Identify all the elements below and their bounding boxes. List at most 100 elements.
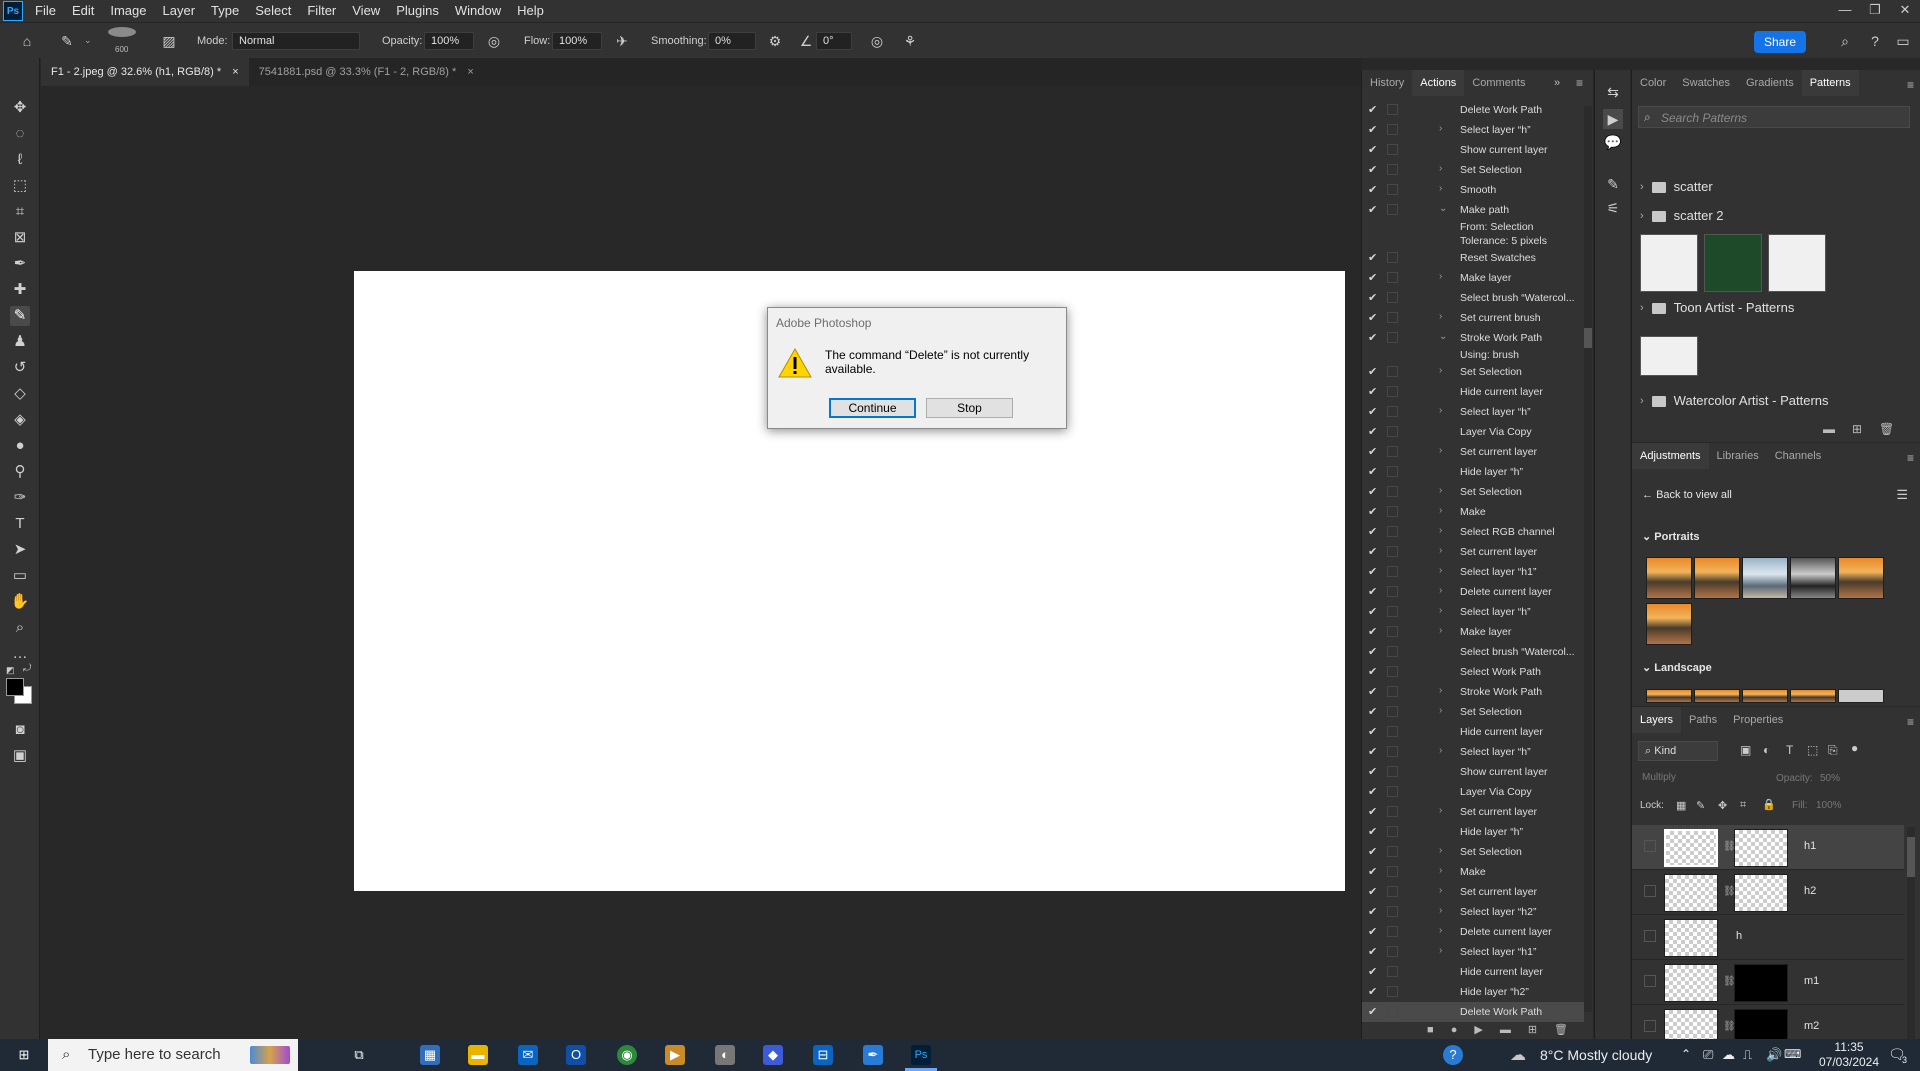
tab-libraries[interactable]: Libraries <box>1709 443 1767 469</box>
outlook-icon[interactable]: O <box>566 1045 586 1065</box>
visibility-toggle[interactable] <box>1644 975 1656 987</box>
lock-transparent-icon[interactable]: ▦ <box>1676 799 1686 812</box>
layer-mask-thumbnail[interactable] <box>1734 1009 1788 1039</box>
action-item[interactable]: ✔ › Delete current layer <box>1362 922 1584 942</box>
action-item[interactable]: ✔ Reset Swatches <box>1362 248 1584 268</box>
menu-select[interactable]: Select <box>247 0 299 22</box>
panel-menu-icon[interactable]: ≡ <box>1907 715 1914 729</box>
dialog-toggle-box[interactable] <box>1387 104 1398 115</box>
action-item[interactable]: ✔ › Set Selection <box>1362 482 1584 502</box>
language-icon[interactable]: ⌨ <box>1784 1047 1801 1061</box>
action-item[interactable]: ✔ Hide layer “h2” <box>1362 982 1584 1002</box>
toggle-check-icon[interactable]: ✔ <box>1368 845 1377 858</box>
tab-color[interactable]: Color <box>1632 70 1674 96</box>
action-item[interactable]: ✔ › Select RGB channel <box>1362 522 1584 542</box>
dialog-toggle-box[interactable] <box>1387 386 1398 397</box>
action-item[interactable]: ✔ › Set current layer <box>1362 882 1584 902</box>
preset-thumbnail[interactable] <box>1694 557 1740 599</box>
workspace-icon[interactable]: ▭ <box>1894 32 1912 50</box>
preset-thumbnail[interactable] <box>1838 557 1884 599</box>
toggle-check-icon[interactable]: ✔ <box>1368 385 1377 398</box>
lock-all-icon[interactable]: 🔒 <box>1762 798 1776 811</box>
dialog-toggle-box[interactable] <box>1387 446 1398 457</box>
expand-chevron-icon[interactable]: › <box>1439 945 1442 956</box>
action-item[interactable]: ✔ Show current layer <box>1362 140 1584 160</box>
dialog-toggle-box[interactable] <box>1387 866 1398 877</box>
dialog-toggle-box[interactable] <box>1387 706 1398 717</box>
toggle-check-icon[interactable]: ✔ <box>1368 625 1377 638</box>
mode-select[interactable]: Normal <box>232 32 360 50</box>
toggle-check-icon[interactable]: ✔ <box>1368 825 1377 838</box>
tab-gradients[interactable]: Gradients <box>1738 70 1802 96</box>
action-item[interactable]: ✔ Layer Via Copy <box>1362 782 1584 802</box>
flow-field[interactable]: 100% <box>552 32 602 50</box>
history-panel-icon[interactable]: ⇆ <box>1603 82 1623 102</box>
tab-history[interactable]: History <box>1362 70 1412 96</box>
dialog-toggle-box[interactable] <box>1387 646 1398 657</box>
action-item[interactable]: Tolerance: 5 pixels <box>1362 234 1584 248</box>
action-item[interactable]: ✔ › Set current layer <box>1362 442 1584 462</box>
toggle-check-icon[interactable]: ✔ <box>1368 765 1377 778</box>
mail-icon[interactable]: ✉ <box>518 1045 538 1065</box>
brushes-panel-icon[interactable]: ⚟ <box>1603 198 1623 218</box>
close-tab-icon[interactable]: × <box>467 66 473 78</box>
expand-chevron-icon[interactable]: › <box>1439 365 1442 376</box>
toggle-check-icon[interactable]: ✔ <box>1368 885 1377 898</box>
new-set-icon[interactable]: ▬ <box>1500 1024 1511 1036</box>
angle-field[interactable]: 0° <box>816 32 852 50</box>
preset-thumbnail[interactable] <box>1838 689 1884 703</box>
dialog-toggle-box[interactable] <box>1387 506 1398 517</box>
menu-edit[interactable]: Edit <box>64 0 102 22</box>
action-item[interactable]: ✔ › Select layer “h” <box>1362 120 1584 140</box>
media-player-icon[interactable]: ▶ <box>665 1045 685 1065</box>
expand-chevron-icon[interactable]: › <box>1439 485 1442 496</box>
layer-mask-thumbnail[interactable] <box>1734 964 1788 1002</box>
toggle-check-icon[interactable]: ✔ <box>1368 1005 1377 1018</box>
network-icon[interactable]: ⎍ <box>1743 1047 1752 1063</box>
dialog-toggle-box[interactable] <box>1387 626 1398 637</box>
preset-thumbnail[interactable] <box>1646 557 1692 599</box>
menu-type[interactable]: Type <box>203 0 247 22</box>
toggle-check-icon[interactable]: ✔ <box>1368 905 1377 918</box>
menu-help[interactable]: Help <box>509 0 552 22</box>
weather-text[interactable]: 8°C Mostly cloudy <box>1540 1047 1652 1063</box>
history-brush-tool-icon[interactable]: ↺ <box>10 358 30 378</box>
action-item[interactable]: ✔ Hide current layer <box>1362 382 1584 402</box>
menu-layer[interactable]: Layer <box>155 0 204 22</box>
action-item[interactable]: ✔ › Make <box>1362 862 1584 882</box>
toggle-check-icon[interactable]: ✔ <box>1368 545 1377 558</box>
pattern-swatch[interactable] <box>1640 336 1698 376</box>
layer-row[interactable]: ⛓ m2 <box>1632 1005 1904 1039</box>
close-tab-icon[interactable]: × <box>232 66 238 78</box>
action-item[interactable]: ✔ › Smooth <box>1362 180 1584 200</box>
action-item[interactable]: ✔ › Set Selection <box>1362 842 1584 862</box>
minimize-icon[interactable]: — <box>1830 0 1860 22</box>
action-item[interactable]: ✔ › Make layer <box>1362 268 1584 288</box>
action-item[interactable]: ✔ › Set Selection <box>1362 702 1584 722</box>
menu-image[interactable]: Image <box>102 0 154 22</box>
dialog-toggle-box[interactable] <box>1387 204 1398 215</box>
toggle-check-icon[interactable]: ✔ <box>1368 331 1377 344</box>
share-button[interactable]: Share <box>1754 31 1806 53</box>
smoothing-field[interactable]: 0% <box>708 32 756 50</box>
action-item[interactable]: ✔ Select Work Path <box>1362 662 1584 682</box>
dialog-toggle-box[interactable] <box>1387 526 1398 537</box>
pressure-size-icon[interactable]: ◎ <box>868 32 886 50</box>
record-icon[interactable]: ● <box>1451 1024 1458 1036</box>
toggle-check-icon[interactable]: ✔ <box>1368 445 1377 458</box>
dialog-toggle-box[interactable] <box>1387 846 1398 857</box>
trash-icon[interactable]: 🗑 <box>1554 1023 1568 1036</box>
layers-scrollbar-thumb[interactable] <box>1907 837 1915 877</box>
clock-date[interactable]: 07/03/2024 <box>1814 1055 1884 1069</box>
doc-tab-active[interactable]: F1 - 2.jpeg @ 32.6% (h1, RGB/8) * × <box>41 58 249 86</box>
toggle-check-icon[interactable]: ✔ <box>1368 311 1377 324</box>
photoshop-taskbar-icon[interactable]: Ps <box>911 1045 931 1065</box>
menu-filter[interactable]: Filter <box>299 0 344 22</box>
expand-chevron-icon[interactable]: ⌄ <box>1439 203 1447 214</box>
action-item[interactable]: ✔ Hide layer “h” <box>1362 462 1584 482</box>
layer-name[interactable]: h2 <box>1804 885 1816 897</box>
foreground-color-swatch[interactable] <box>6 678 24 696</box>
menu-file[interactable]: File <box>27 0 64 22</box>
action-item[interactable]: ✔ › Make layer <box>1362 622 1584 642</box>
dialog-toggle-box[interactable] <box>1387 806 1398 817</box>
